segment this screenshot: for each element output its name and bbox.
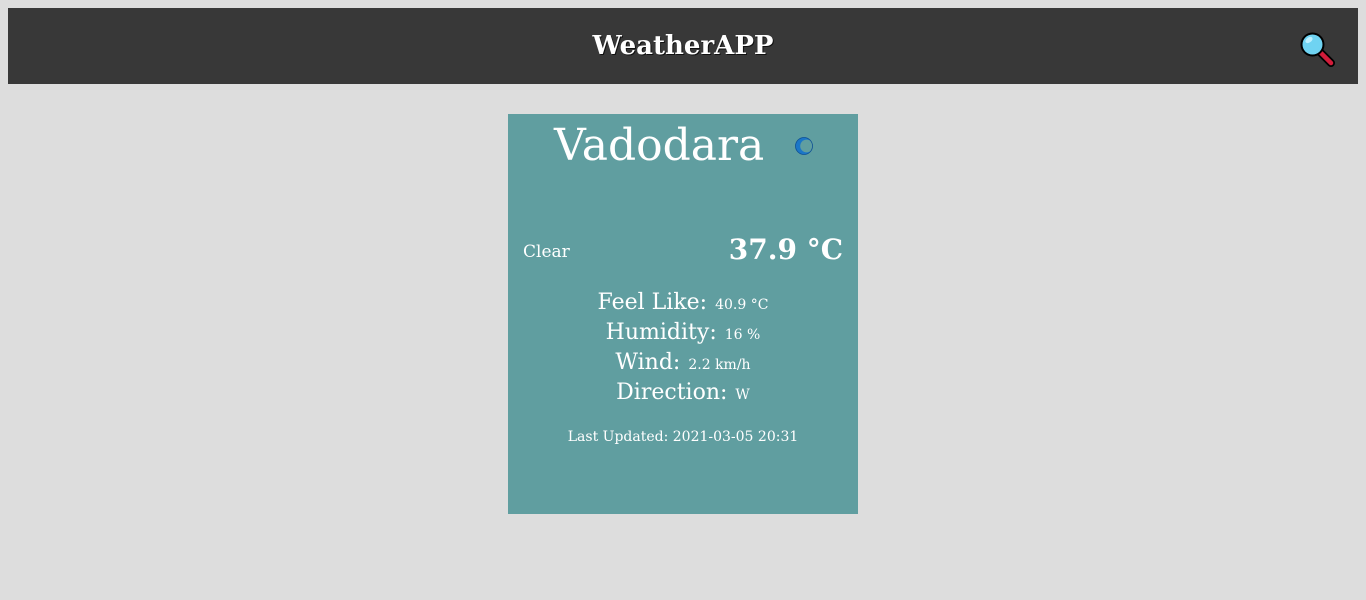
detail-value: 40.9 °C [715, 297, 769, 313]
detail-label: Feel Like: [597, 290, 708, 315]
navbar: WeatherAPP [8, 8, 1358, 84]
detail-value: W [735, 387, 750, 403]
weather-condition: Clear [523, 242, 570, 262]
city-name: Vadodara [554, 120, 765, 171]
weather-card: Vadodara Clear 37.9 °C Feel Like: 40.9 °C… [508, 114, 858, 514]
detail-value: 2.2 km/h [688, 357, 751, 373]
weather-details: Feel Like: 40.9 °C Humidity: 16 % Wind: 2.2… [508, 288, 858, 408]
detail-label: Wind: [615, 350, 681, 375]
last-updated: Last Updated: 2021-03-05 20:31 [567, 429, 799, 445]
detail-row-wind: Wind: 2.2 km/h [508, 348, 858, 378]
detail-row-feel-like: Feel Like: 40.9 °C [508, 288, 858, 318]
temperature: 37.9 °C [728, 233, 843, 266]
magnifying-glass-icon [1300, 32, 1335, 67]
detail-label: Direction: [616, 380, 728, 405]
search-button[interactable] [1298, 30, 1336, 68]
app-title: WeatherAPP [592, 31, 774, 61]
detail-value: 16 % [724, 327, 761, 343]
crescent-moon-icon [795, 137, 813, 155]
detail-row-humidity: Humidity: 16 % [508, 318, 858, 348]
detail-label: Humidity: [605, 320, 717, 345]
detail-row-direction: Direction: W [508, 378, 858, 408]
